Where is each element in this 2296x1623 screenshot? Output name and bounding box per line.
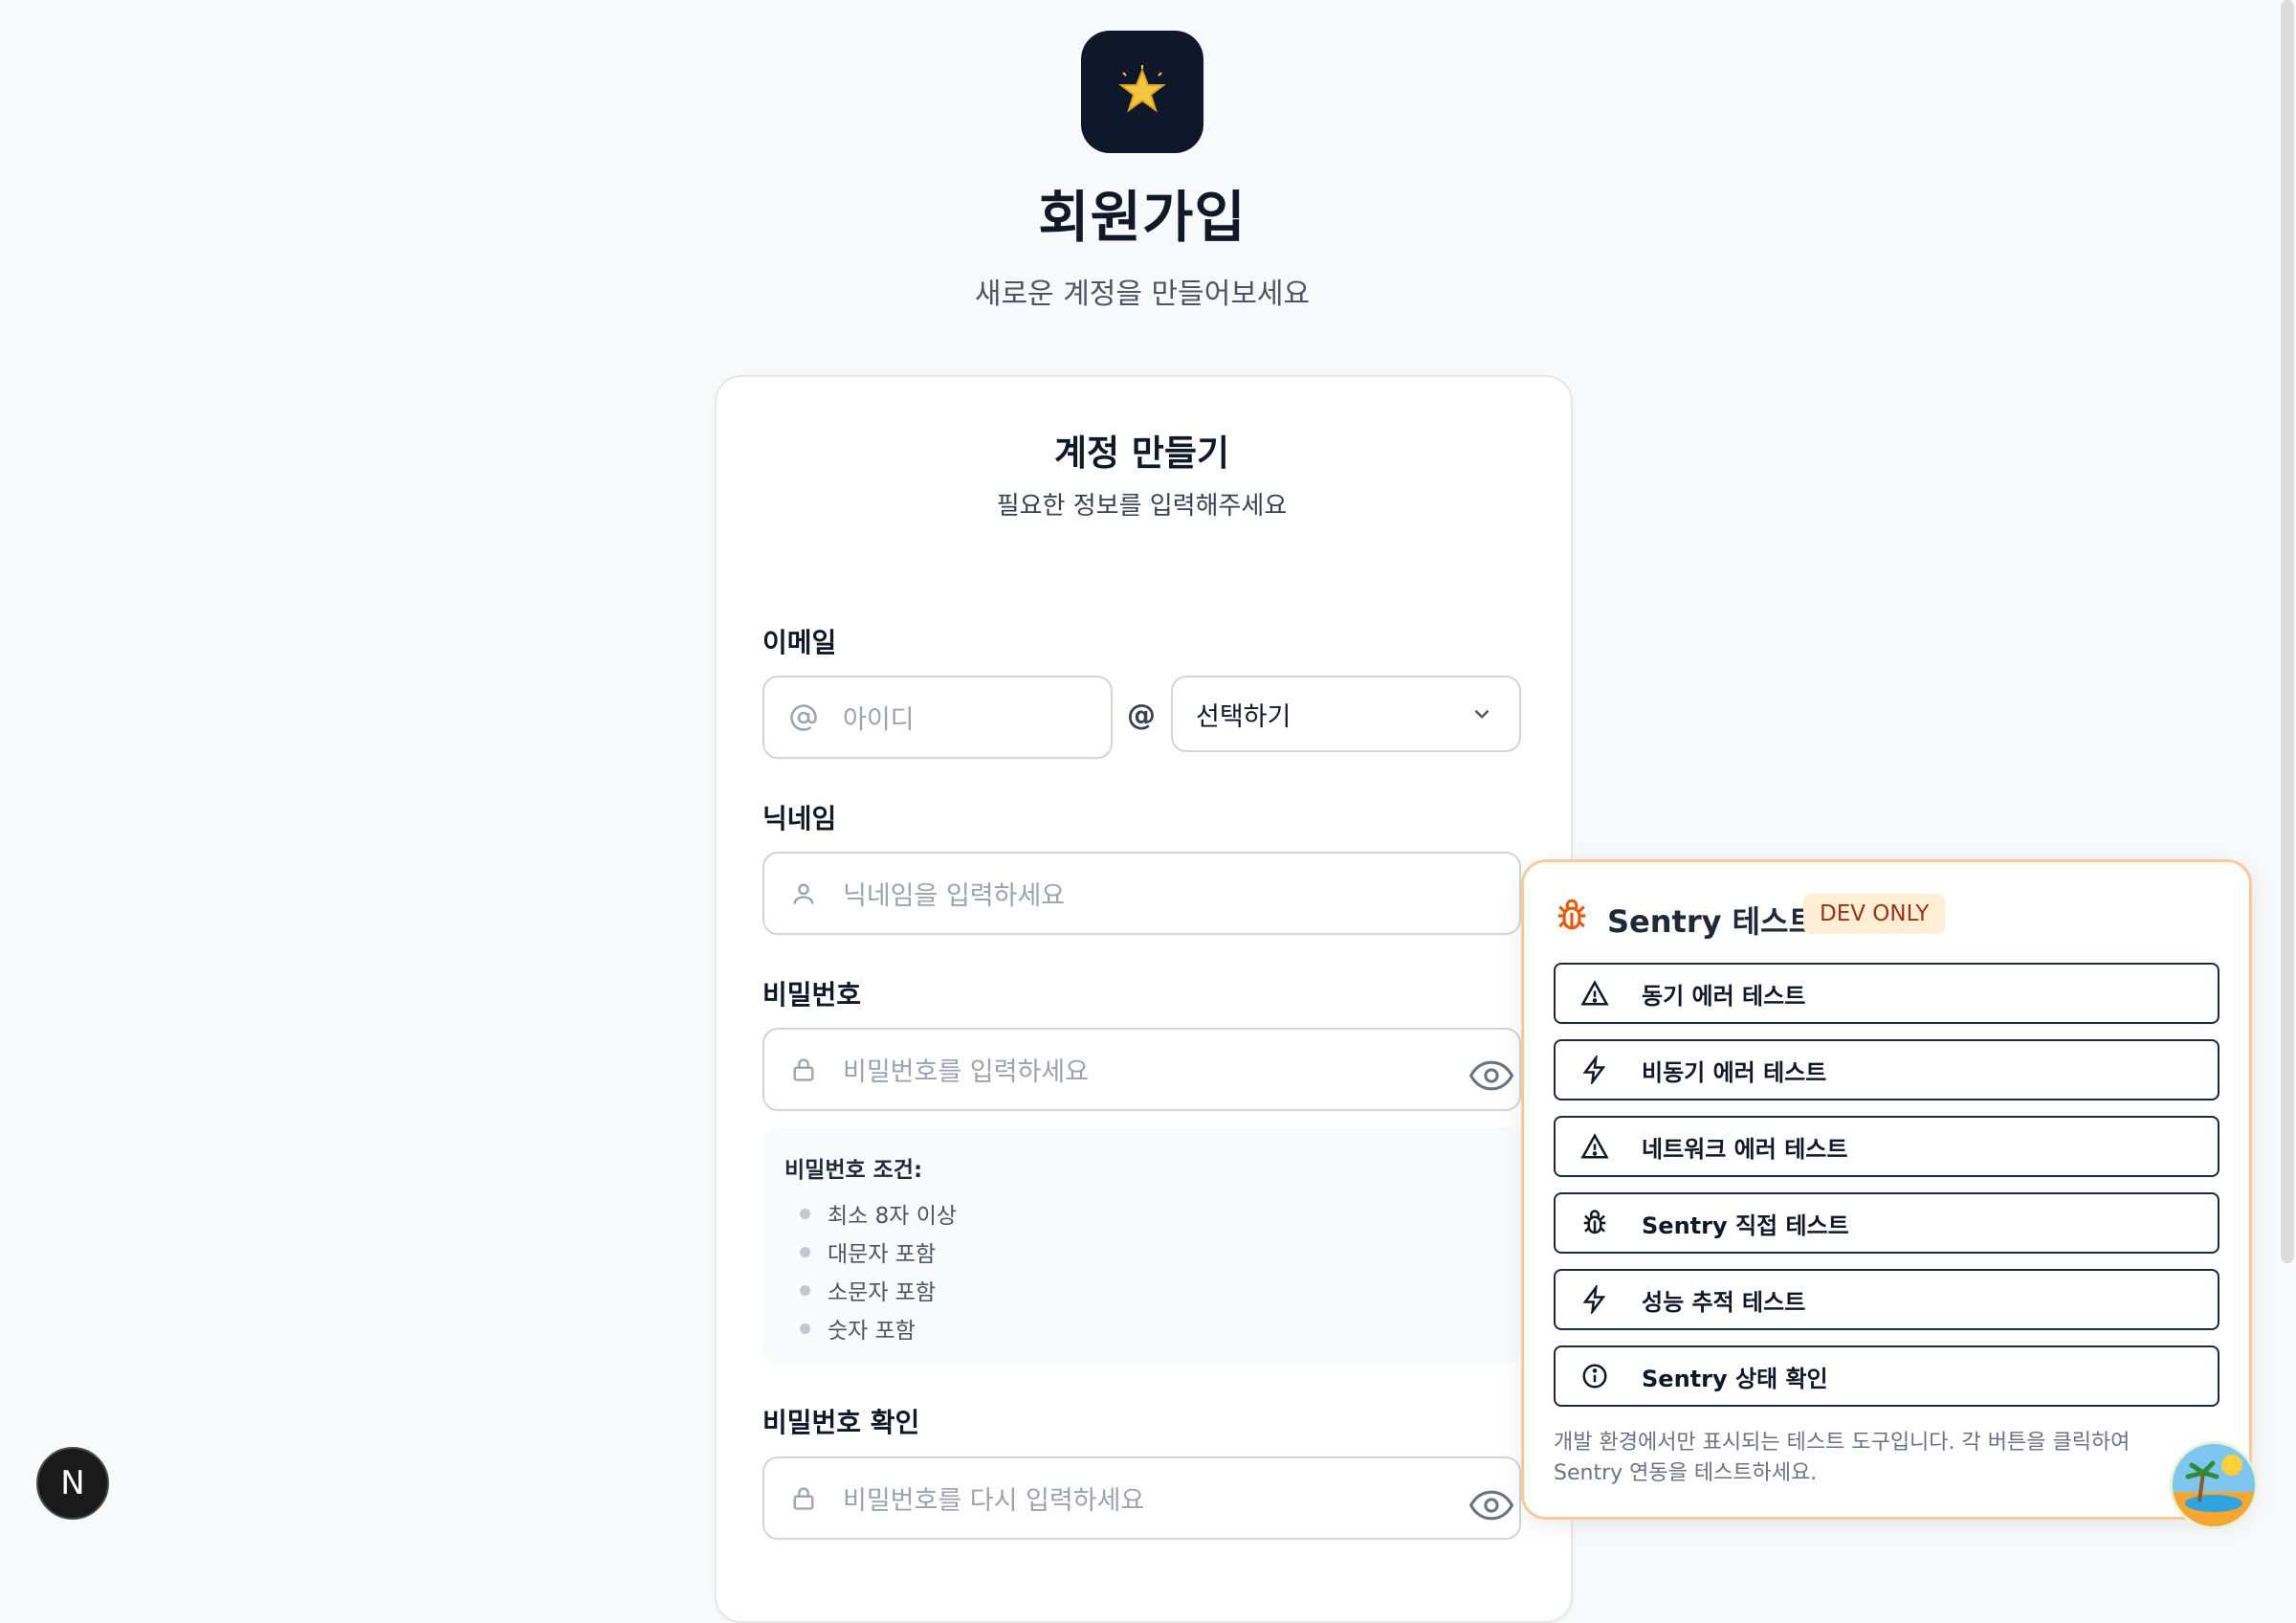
- password-rule: 최소 8자 이상: [800, 1197, 957, 1230]
- password-confirm-input[interactable]: 비밀번호를 다시 입력하세요: [762, 1456, 1521, 1540]
- password-rules-title: 비밀번호 조건:: [784, 1158, 923, 1183]
- password-confirm-label: 비밀번호 확인: [762, 1407, 920, 1438]
- async-error-test-button[interactable]: 비동기 에러 테스트: [1554, 1039, 2219, 1101]
- password-confirm-placeholder: 비밀번호를 다시 입력하세요: [843, 1486, 1145, 1516]
- password-placeholder: 비밀번호를 입력하세요: [843, 1057, 1089, 1087]
- alert-triangle-icon: [1578, 977, 1611, 1010]
- at-symbol: @: [1127, 699, 1156, 732]
- nickname-input[interactable]: 닉네임을 입력하세요: [762, 852, 1521, 935]
- floating-feedback-avatar[interactable]: [2170, 1441, 2258, 1529]
- next-logo-text: N: [60, 1464, 85, 1502]
- password-rule: 숫자 포함: [800, 1312, 916, 1345]
- sentry-direct-test-button[interactable]: Sentry 직접 테스트: [1554, 1192, 2219, 1254]
- alert-triangle-icon: [1578, 1130, 1611, 1163]
- sentry-note: 개발 환경에서만 표시되는 테스트 도구입니다. 각 버튼을 클릭하여 Sent…: [1554, 1431, 2130, 1485]
- app-logo: [1081, 31, 1203, 153]
- user-icon: [787, 878, 820, 910]
- bullet-icon: [800, 1284, 810, 1296]
- sentry-status-check-button[interactable]: Sentry 상태 확인: [1554, 1345, 2219, 1407]
- lightning-icon: [1578, 1283, 1611, 1316]
- email-label: 이메일: [762, 627, 837, 658]
- card-title: 계정 만들기: [1053, 433, 1230, 474]
- password-input[interactable]: 비밀번호를 입력하세요: [762, 1028, 1521, 1111]
- lock-icon: [787, 1054, 820, 1086]
- nickname-placeholder: 닉네임을 입력하세요: [843, 881, 1066, 911]
- page-scrollbar[interactable]: [2281, 0, 2294, 1263]
- performance-trace-test-button[interactable]: 성능 추적 테스트: [1554, 1269, 2219, 1330]
- page-title: 회원가입: [1038, 185, 1247, 250]
- card-subtitle: 필요한 정보를 입력해주세요: [996, 492, 1288, 521]
- eye-icon[interactable]: [1468, 1058, 1514, 1097]
- chevron-down-icon: [1469, 701, 1494, 726]
- info-circle-icon: [1578, 1360, 1611, 1392]
- at-sign-icon: [787, 701, 820, 734]
- email-id-input[interactable]: 아이디: [762, 676, 1113, 759]
- nickname-label: 닉네임: [762, 803, 837, 834]
- sentry-title: Sentry 테스트: [1607, 903, 1817, 940]
- bug-icon: [1554, 898, 1590, 938]
- email-domain-select[interactable]: 선택하기: [1171, 676, 1521, 752]
- lock-icon: [787, 1482, 820, 1515]
- star-icon: [1118, 65, 1166, 113]
- page-subtitle: 새로운 계정을 만들어보세요: [974, 278, 1311, 311]
- lightning-icon: [1578, 1054, 1611, 1086]
- password-rule: 대문자 포함: [800, 1235, 936, 1268]
- network-error-test-button[interactable]: 네트워크 에러 테스트: [1554, 1116, 2219, 1177]
- nextjs-devtools-button[interactable]: N: [36, 1447, 109, 1520]
- beach-icon: [2173, 1444, 2255, 1526]
- password-label: 비밀번호: [762, 979, 862, 1011]
- bug-icon: [1578, 1207, 1611, 1239]
- bullet-icon: [800, 1208, 810, 1219]
- sync-error-test-button[interactable]: 동기 에러 테스트: [1554, 963, 2219, 1024]
- domain-select-value: 선택하기: [1196, 701, 1292, 732]
- bullet-icon: [800, 1323, 810, 1334]
- dev-only-badge: DEV ONLY: [1803, 894, 1946, 934]
- bullet-icon: [800, 1246, 810, 1257]
- eye-icon[interactable]: [1468, 1488, 1514, 1526]
- email-id-placeholder: 아이디: [843, 705, 915, 735]
- sentry-test-panel: [1521, 859, 2252, 1520]
- password-rule: 소문자 포함: [800, 1274, 936, 1306]
